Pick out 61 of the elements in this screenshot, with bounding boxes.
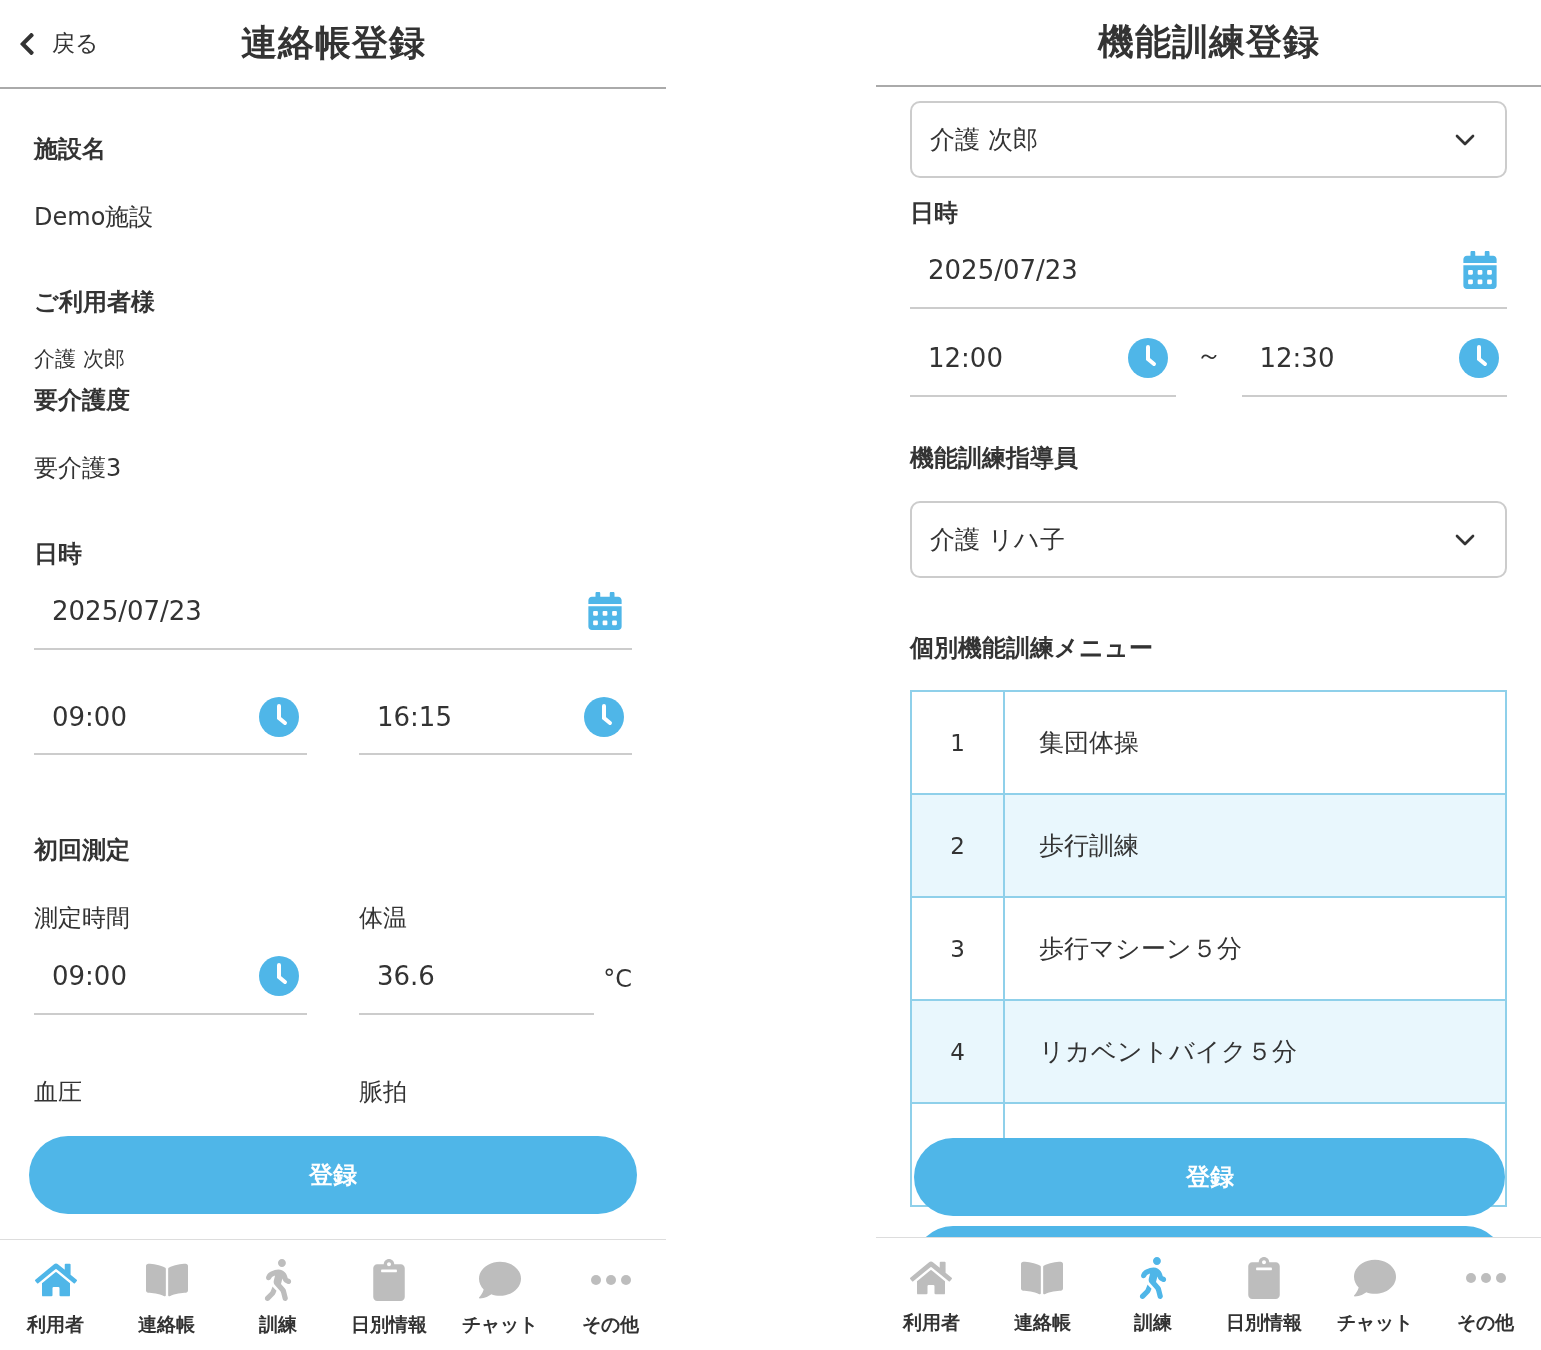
- section-title: 個別機能訓練メニュー: [910, 633, 1154, 664]
- clock-icon[interactable]: [1459, 338, 1499, 378]
- range-separator: ～: [1194, 339, 1223, 372]
- time-field[interactable]: 09:00: [34, 681, 307, 755]
- facility-name: Demo施設: [34, 202, 155, 233]
- table-cell: 1: [912, 692, 1005, 793]
- calendar-icon[interactable]: [1461, 251, 1499, 289]
- tab[interactable]: 日別情報: [333, 1240, 444, 1350]
- date-field[interactable]: 2025/07/23: [910, 233, 1507, 309]
- tab[interactable]: その他: [555, 1240, 666, 1350]
- field-label: 脈拍: [359, 1077, 408, 1108]
- care-level: 要介護3: [34, 453, 123, 484]
- field-label: 施設名: [34, 134, 107, 165]
- tab[interactable]: 訓練: [222, 1240, 333, 1350]
- tab[interactable]: 日別情報: [1208, 1238, 1320, 1350]
- clock-icon[interactable]: [259, 697, 299, 737]
- tab[interactable]: 連絡帳: [111, 1240, 222, 1350]
- user-select[interactable]: 介護 次郎: [910, 101, 1507, 178]
- table-cell-text: 集団体操: [1038, 727, 1140, 759]
- time-field[interactable]: 09:00: [34, 939, 307, 1015]
- clock-icon[interactable]: [259, 956, 299, 996]
- field-label: 機能訓練指導員: [910, 443, 1079, 474]
- tab[interactable]: 連絡帳: [986, 1238, 1098, 1350]
- more-icon: [1465, 1273, 1506, 1283]
- table-cell: 3: [912, 898, 1005, 999]
- field-label: 日時: [910, 198, 959, 229]
- temperature-field[interactable]: 36.6: [359, 939, 594, 1015]
- section-title: 初回測定: [34, 835, 131, 866]
- clock-icon[interactable]: [584, 697, 624, 737]
- time-field[interactable]: 12:30: [1241, 321, 1507, 397]
- chat-icon: [478, 1259, 521, 1301]
- clock-icon[interactable]: [1127, 338, 1168, 378]
- time-field[interactable]: 16:15: [359, 681, 632, 755]
- time-field[interactable]: 12:00: [910, 321, 1176, 397]
- unit-label: °C: [602, 965, 632, 995]
- page-title: 機能訓練登録: [1097, 20, 1320, 64]
- tab[interactable]: チャット: [1319, 1238, 1431, 1350]
- more-icon: [590, 1275, 631, 1285]
- page-title: 連絡帳登録: [240, 21, 426, 65]
- instructor-select[interactable]: 介護 リハ子: [910, 501, 1507, 578]
- field-label: 日時: [34, 539, 83, 570]
- tab[interactable]: その他: [1430, 1238, 1541, 1350]
- back-button[interactable]: 戻る: [14, 28, 99, 59]
- field-label: ご利用者様: [34, 287, 156, 318]
- calendar-icon[interactable]: [586, 592, 624, 630]
- table-cell: 2: [912, 795, 1005, 896]
- field-label: 要介護度: [34, 385, 131, 416]
- tab[interactable]: 訓練: [1097, 1238, 1209, 1350]
- field-label: 測定時間: [34, 903, 131, 934]
- tab[interactable]: 利用者: [876, 1238, 987, 1350]
- field-label: 体温: [359, 903, 408, 934]
- tab[interactable]: チャット: [444, 1240, 555, 1350]
- chat-icon: [1353, 1257, 1396, 1299]
- table-cell-text: リカベントバイク５分: [1038, 1036, 1298, 1068]
- date-field[interactable]: 2025/07/23: [34, 574, 632, 650]
- table-cell: 4: [912, 1001, 1005, 1102]
- tab[interactable]: 利用者: [0, 1240, 111, 1350]
- table-cell-text: 歩行訓練: [1038, 830, 1140, 862]
- user-name: 介護 次郎: [34, 346, 126, 373]
- table-cell-text: 歩行マシーン５分: [1038, 933, 1243, 965]
- field-label: 血圧: [34, 1077, 83, 1108]
